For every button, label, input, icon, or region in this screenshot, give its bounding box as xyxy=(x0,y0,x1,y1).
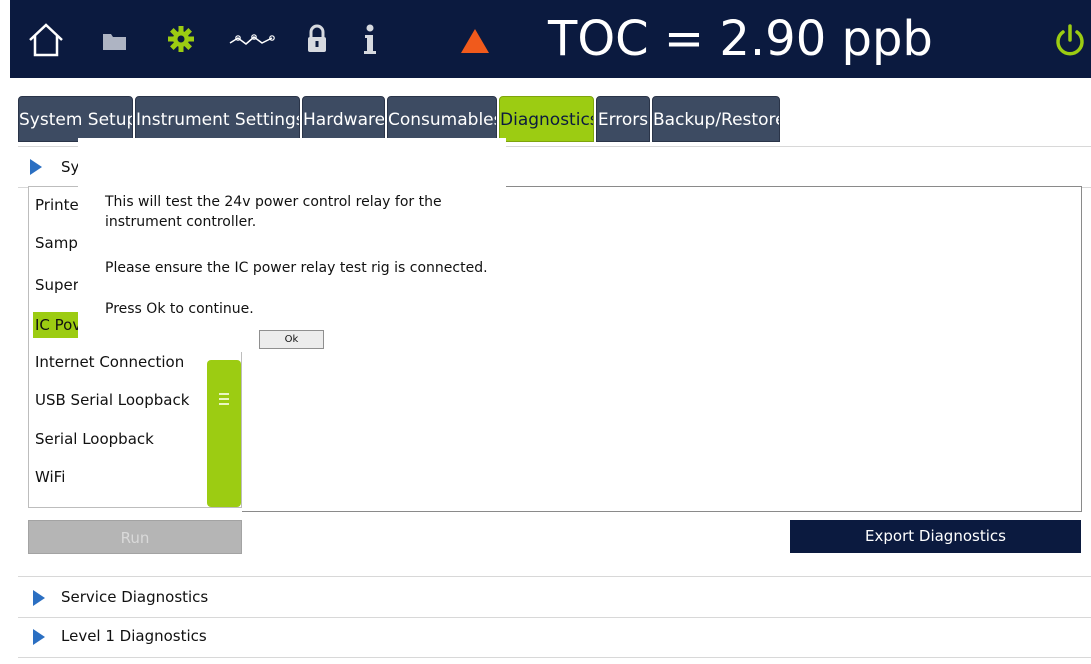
expand-arrow-icon xyxy=(30,159,42,175)
scroll-grip-icon xyxy=(219,403,229,405)
list-item[interactable]: Serial Loopback xyxy=(33,426,156,452)
list-item[interactable]: USB Serial Loopback xyxy=(33,387,191,413)
expand-arrow-icon xyxy=(33,590,45,606)
info-icon[interactable] xyxy=(362,24,378,56)
dialog-message-line: This will test the 24v power control rel… xyxy=(105,194,442,210)
gear-icon[interactable] xyxy=(166,24,196,54)
level-1-diagnostics-header[interactable]: Level 1 Diagnostics xyxy=(18,617,1091,658)
home-icon[interactable] xyxy=(26,22,66,58)
tab-errors[interactable]: Errors xyxy=(596,96,650,142)
tab-consumables[interactable]: Consumables xyxy=(387,96,497,142)
section-label: Service Diagnostics xyxy=(61,588,209,606)
toc-reading: TOC = 2.90 ppb xyxy=(548,11,933,67)
list-item[interactable]: WiFi xyxy=(33,464,67,490)
ok-button[interactable]: Ok xyxy=(259,330,324,349)
dialog-message-line: Please ensure the IC power relay test ri… xyxy=(105,260,488,276)
lock-icon[interactable] xyxy=(306,24,328,54)
tab-instrument-settings[interactable]: Instrument Settings xyxy=(135,96,300,142)
tab-hardware[interactable]: Hardware xyxy=(302,96,385,142)
list-item-selected[interactable]: IC Pov xyxy=(33,312,84,338)
trend-icon[interactable] xyxy=(228,32,276,48)
scroll-grip-icon xyxy=(219,398,229,400)
section-label: Sy xyxy=(61,158,80,176)
ic-power-relay-dialog: This will test the 24v power control rel… xyxy=(78,138,506,352)
tab-diagnostics[interactable]: Diagnostics xyxy=(499,96,594,142)
tab-system-setup[interactable]: System Setup xyxy=(18,96,133,142)
list-item[interactable]: Sampl xyxy=(33,230,84,256)
alarm-icon[interactable] xyxy=(460,28,490,54)
list-scrollbar[interactable] xyxy=(207,360,241,507)
power-icon[interactable] xyxy=(1054,24,1086,58)
dialog-message-line: Press Ok to continue. xyxy=(105,301,254,317)
run-button[interactable]: Run xyxy=(28,520,242,554)
scroll-grip-icon xyxy=(219,393,229,395)
expand-arrow-icon xyxy=(33,629,45,645)
export-diagnostics-button[interactable]: Export Diagnostics xyxy=(790,520,1081,553)
service-diagnostics-header[interactable]: Service Diagnostics xyxy=(18,576,1091,618)
top-toolbar: TOC = 2.90 ppb xyxy=(10,0,1091,78)
tab-backup-restore[interactable]: Backup/Restore xyxy=(652,96,780,142)
list-item[interactable]: Internet Connection xyxy=(33,349,186,375)
dialog-message-line: instrument controller. xyxy=(105,214,257,230)
folder-icon[interactable] xyxy=(102,30,128,52)
list-item[interactable]: Super xyxy=(33,272,81,298)
section-label: Level 1 Diagnostics xyxy=(61,627,207,645)
